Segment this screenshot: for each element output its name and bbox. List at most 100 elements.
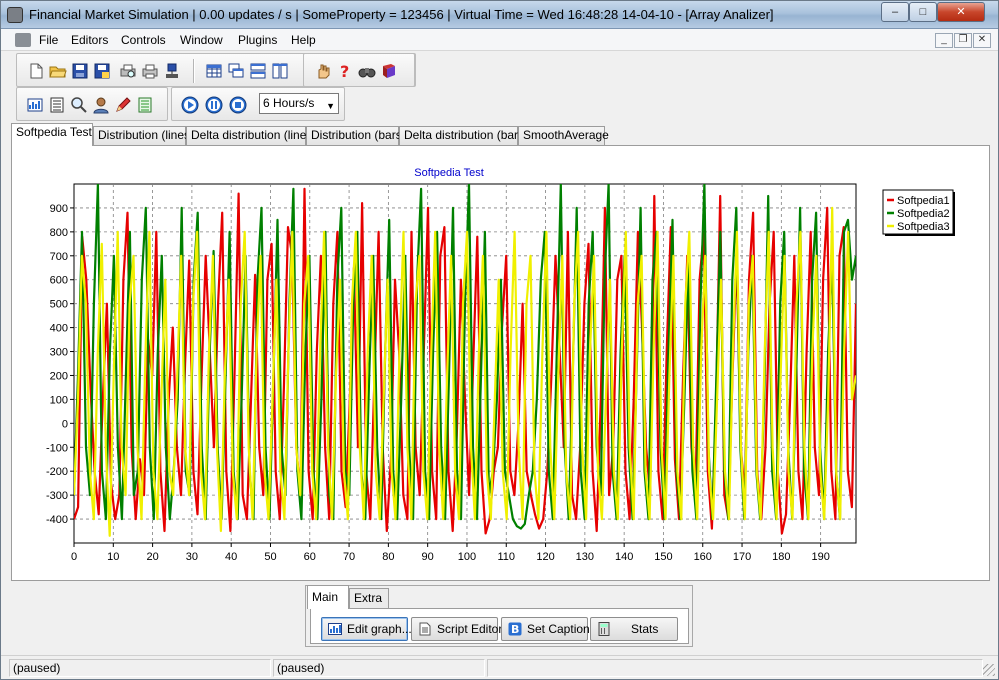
menu-window[interactable]: Window [180,33,223,47]
minimize-button[interactable]: – [881,2,909,22]
tab-softpedia-test[interactable]: Softpedia Test [11,123,93,146]
x-tick-label: 130 [576,551,594,563]
script-editor-button[interactable]: Script Editor [411,617,502,641]
magnifier-icon[interactable] [70,96,88,114]
y-tick-label: 600 [50,275,68,287]
sheet-icon[interactable] [136,96,154,114]
x-tick-label: 160 [694,551,712,563]
calculator-icon [598,622,610,636]
tab-delta-distribution-bars[interactable]: Delta distribution (bars) [399,126,528,145]
tab-extra[interactable]: Extra [349,588,389,608]
hand-icon[interactable] [314,62,332,80]
mdi-minimize-button[interactable]: _ [935,33,953,48]
menu-help[interactable]: Help [291,33,316,47]
tile-horizontal-icon[interactable] [249,62,267,80]
chart-icon [328,623,342,635]
user-icon[interactable] [92,96,110,114]
x-tick-label: 50 [264,551,276,563]
tab-distribution-lines[interactable]: Distribution (lines) [93,126,194,145]
app-icon[interactable] [7,7,23,23]
status-pane-middle: (paused) [273,659,485,677]
y-tick-label: 700 [50,251,68,263]
resize-grip[interactable] [983,664,995,676]
open-folder-icon[interactable] [49,62,67,80]
x-tick-label: 170 [733,551,751,563]
menu-editors[interactable]: Editors [71,33,108,47]
tab-smooth-average[interactable]: SmoothAverage [518,126,609,145]
close-button[interactable]: ✕ [937,2,985,22]
y-tick-label: -300 [46,490,68,502]
y-tick-label: 500 [50,299,68,311]
chart-panel: Softpedia Test -400 -300 -200 -100 0 100 200 30… [11,145,990,581]
y-tick-label: 800 [50,227,68,239]
y-tick-label: 300 [50,347,68,359]
tab-main[interactable]: Main [307,585,349,609]
menu-bar: File Editors Controls Window Plugins Hel… [1,29,998,51]
network-icon[interactable] [163,62,181,80]
edit-graph-button[interactable]: Edit graph... [321,617,412,641]
pause-icon[interactable] [205,96,223,114]
printer-icon[interactable] [141,62,159,80]
help-icon[interactable]: ? [336,62,354,80]
chart-icon[interactable] [26,96,44,114]
list-icon[interactable] [48,96,66,114]
x-tick-label: 190 [811,551,829,563]
edit-graph-label: Edit graph... [347,622,412,636]
stop-icon[interactable] [229,96,247,114]
x-axis: 0 10 20 30 40 50 60 70 80 90 100 110 120 130 140 150 160… [71,543,830,563]
x-tick-label: 140 [615,551,633,563]
help-toolbar: ? [303,53,415,87]
y-tick-label: 400 [50,323,68,335]
chart-legend: Softpedia1Softpedia2Softpedia3 [882,189,955,236]
line-chart: Softpedia Test -400-300-200-100010020030… [46,167,955,563]
save-icon[interactable] [71,62,89,80]
pen-icon[interactable] [114,96,132,114]
y-axis: -400 -300 -200 -100 0 100 200 300 400 500 600 700 80… [46,203,74,526]
y-tick-label: 100 [50,394,68,406]
status-pane-right [487,659,983,677]
chart-title: Softpedia Test [414,167,484,179]
save-as-icon[interactable] [93,62,111,80]
maximize-button[interactable]: □ [909,2,937,22]
play-icon[interactable] [181,96,199,114]
chevron-down-icon: ▼ [326,101,335,111]
stats-button[interactable]: Stats [590,617,678,641]
toolbar-separator [193,59,195,83]
x-tick-label: 150 [654,551,672,563]
script-editor-label: Script Editor [437,622,503,636]
menu-plugins[interactable]: Plugins [238,33,277,47]
x-tick-label: 70 [343,551,355,563]
x-tick-label: 60 [304,551,316,563]
grid-icon[interactable] [205,62,223,80]
set-caption-button[interactable]: B Set Caption [501,617,590,641]
menu-file[interactable]: File [39,33,58,47]
x-tick-label: 80 [382,551,394,563]
tab-delta-distribution-lines[interactable]: Delta distribution (lines) [186,126,316,145]
x-tick-label: 10 [107,551,119,563]
stats-label: Stats [631,622,659,636]
speed-dropdown[interactable]: 6 Hours/s ▼ [259,93,339,114]
legend-entry: Softpedia3 [897,221,950,233]
y-tick-label: 0 [62,418,68,430]
binoculars-icon[interactable] [358,62,376,80]
set-caption-label: Set Caption [527,622,590,636]
y-tick-label: -200 [46,466,68,478]
tile-vertical-icon[interactable] [271,62,289,80]
cascade-windows-icon[interactable] [227,62,245,80]
mdi-close-button[interactable]: ✕ [973,33,991,48]
book-icon[interactable] [380,62,398,80]
x-tick-label: 0 [71,551,77,563]
title-bar: Financial Market Simulation | 0.00 updat… [1,1,998,29]
x-tick-label: 20 [146,551,158,563]
print-preview-icon[interactable] [119,62,137,80]
window-title: Financial Market Simulation | 0.00 updat… [29,7,774,22]
x-tick-label: 30 [186,551,198,563]
mdi-restore-button[interactable]: ❐ [954,33,972,48]
tab-distribution-bars[interactable]: Distribution (bars) [306,126,406,145]
menu-controls[interactable]: Controls [121,33,166,47]
new-file-icon[interactable] [27,62,45,80]
y-tick-label: 900 [50,203,68,215]
document-icon[interactable] [15,33,31,47]
y-tick-label: -100 [46,442,68,454]
x-tick-label: 120 [536,551,554,563]
